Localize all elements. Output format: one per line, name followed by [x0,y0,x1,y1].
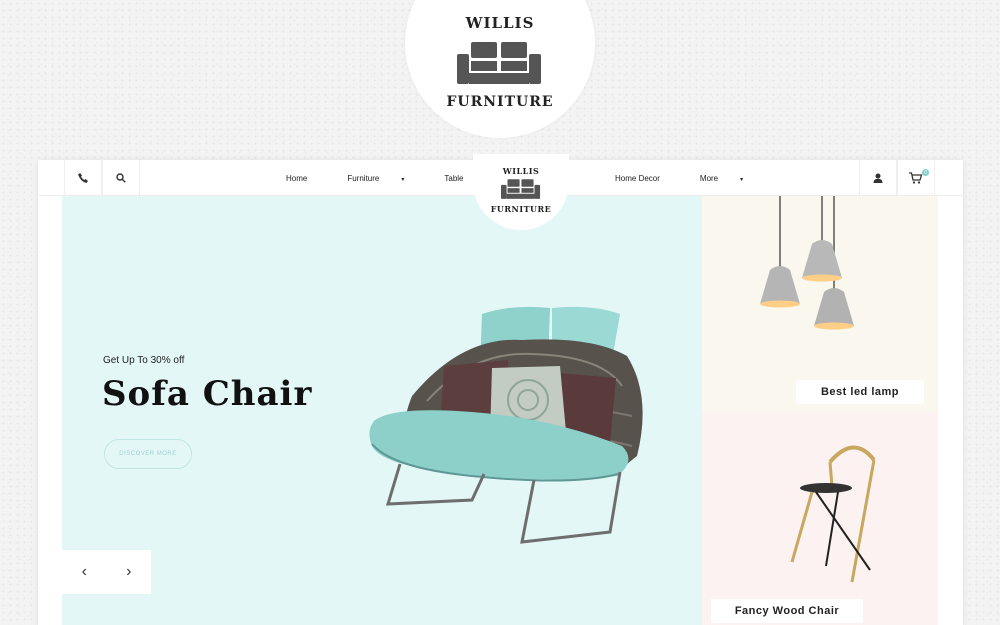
nav-more-label: More [699,173,719,183]
nav-home-label: Home [286,173,308,183]
search-button[interactable] [102,160,140,196]
pendant-lamp-image [760,196,854,330]
main-nav-right: Home Decor More ▾ [615,160,783,196]
nav-home[interactable]: Home [286,174,327,183]
sofa-logo-icon [457,42,541,84]
banner-lamp-label: Best led lamp [796,380,924,404]
nav-more[interactable]: More ▾ [700,174,763,183]
hero-pretitle: Get Up To 30% off [103,355,185,366]
banner-lamp[interactable]: Best led lamp [702,196,938,412]
banner-chair[interactable]: Fancy Wood Chair [702,412,938,625]
site-preview-frame: Home Furniture▾ Table▾ Home Decor More▾ … [38,154,963,625]
phone-button[interactable] [64,160,102,196]
nav-home-decor[interactable]: Home Decor [615,174,680,183]
brand-name-line2: FURNITURE [446,94,554,110]
site-logo-line2: FURNITURE [490,204,552,214]
slider-prev-arrow[interactable]: ‹ [82,563,87,581]
cart-count-badge: 0 [922,169,929,176]
brand-name-line1: WILLIS [465,14,535,32]
sofa-logo-icon [501,179,541,199]
user-icon [873,173,883,183]
wood-chair-image [790,445,876,583]
banner-chair-label: Fancy Wood Chair [711,599,863,623]
cart-icon [909,172,923,184]
site-logo-line1: WILLIS [502,166,540,176]
sofa-chair-image [369,306,643,544]
chevron-down-icon: ▾ [740,176,744,183]
nav-furniture-label: Furniture [347,173,380,183]
slider-next-arrow[interactable]: › [126,563,131,581]
chevron-down-icon: ▾ [401,176,405,183]
cart-button[interactable]: 0 [897,160,935,196]
nav-home-decor-label: Home Decor [615,173,660,183]
discover-more-button[interactable]: DISCOVER MORE [104,439,192,469]
search-icon [116,173,126,183]
phone-icon [78,173,88,183]
account-button[interactable] [859,160,897,196]
brand-badge: WILLIS FURNITURE [405,0,595,138]
hero-slider: Get Up To 30% off Sofa Chair DISCOVER MO… [62,196,702,625]
nav-table-label: Table [444,173,464,183]
slider-nav: ‹ › [62,550,151,594]
nav-furniture[interactable]: Furniture ▾ [347,174,424,183]
hero-title: Sofa Chair [102,374,313,414]
